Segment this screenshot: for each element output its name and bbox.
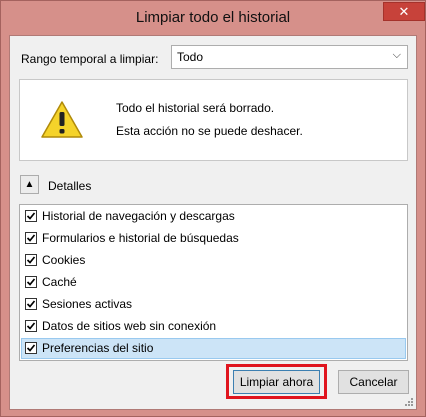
warning-panel: Todo el historial será borrado. Esta acc…	[19, 79, 408, 161]
time-range-select[interactable]: Todo ⌵	[171, 45, 408, 69]
list-item[interactable]: Caché	[21, 272, 406, 293]
checkbox[interactable]	[25, 298, 37, 310]
warning-text-line2: Esta acción no se puede deshacer.	[116, 124, 303, 138]
list-item-selected[interactable]: Preferencias del sitio	[21, 338, 406, 359]
time-range-label: Rango temporal a limpiar:	[21, 52, 159, 66]
list-item-label: Cookies	[42, 253, 86, 267]
checkbox[interactable]	[25, 210, 37, 222]
checkbox[interactable]	[25, 276, 37, 288]
close-button[interactable]: ✕	[383, 2, 425, 21]
list-item[interactable]: Cookies	[21, 250, 406, 271]
warning-icon	[41, 101, 83, 138]
details-collapse-button[interactable]: ▲	[20, 175, 39, 194]
details-label[interactable]: Detalles	[48, 179, 91, 193]
checkbox[interactable]	[25, 342, 37, 354]
dialog-window: Limpiar todo el historial ✕ Rango tempor…	[0, 0, 426, 417]
list-item[interactable]: Formularios e historial de búsquedas	[21, 228, 406, 249]
list-item-label: Historial de navegación y descargas	[42, 209, 235, 223]
clear-now-button[interactable]: Limpiar ahora	[233, 370, 320, 394]
chevron-down-icon: ⌵	[392, 49, 401, 61]
list-item-label: Datos de sitios web sin conexión	[42, 319, 217, 333]
checkbox[interactable]	[25, 320, 37, 332]
title-bar[interactable]: Limpiar todo el historial ✕	[1, 1, 425, 35]
warning-text-line1: Todo el historial será borrado.	[116, 101, 275, 115]
list-item[interactable]: Sesiones activas	[21, 294, 406, 315]
checkbox[interactable]	[25, 254, 37, 266]
dialog-body: Rango temporal a limpiar: Todo ⌵ Todo el…	[9, 35, 417, 410]
list-item-label: Sesiones activas	[42, 297, 133, 311]
chevron-up-icon: ▲	[24, 179, 35, 190]
list-item[interactable]: Datos de sitios web sin conexión	[21, 316, 406, 337]
list-item-label: Preferencias del sitio	[42, 341, 154, 355]
list-item[interactable]: Historial de navegación y descargas	[21, 206, 406, 227]
dialog-title: Limpiar todo el historial	[135, 9, 291, 26]
cancel-button[interactable]: Cancelar	[338, 370, 409, 394]
checkbox[interactable]	[25, 232, 37, 244]
list-item-label: Formularios e historial de búsquedas	[42, 231, 239, 245]
history-items-list: Historial de navegación y descargas Form…	[19, 204, 408, 361]
list-item-label: Caché	[42, 275, 77, 289]
resize-grip-icon[interactable]	[404, 397, 414, 407]
time-range-value: Todo	[177, 50, 204, 64]
